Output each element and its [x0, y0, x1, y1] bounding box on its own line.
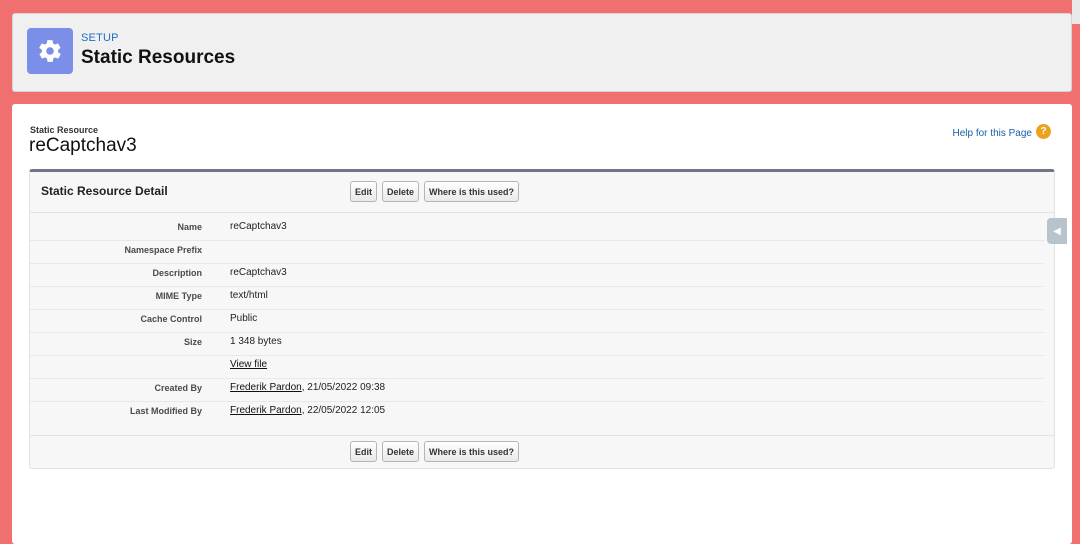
- detail-panel-header: Static Resource Detail Edit Delete Where…: [30, 172, 1054, 213]
- field-value: Frederik Pardon, 21/05/2022 09:38: [230, 382, 385, 393]
- record-title: reCaptchav3: [29, 135, 137, 156]
- field-label: Last Modified By: [129, 406, 202, 416]
- page-title: Static Resources: [81, 47, 236, 68]
- field-row-namespace: Namespace Prefix: [30, 241, 1044, 264]
- view-file-link[interactable]: View file: [230, 359, 267, 370]
- top-button-group: Edit Delete Where is this used?: [350, 181, 520, 202]
- field-label: Size: [183, 337, 202, 347]
- setup-header: SETUP Static Resources: [12, 13, 1072, 92]
- modified-by-user-link[interactable]: Frederik Pardon: [230, 405, 302, 416]
- field-row-mime-type: MIME Type text/html: [30, 287, 1044, 310]
- field-row-size: Size 1 348 bytes: [30, 333, 1044, 356]
- field-label: MIME Type: [155, 291, 202, 301]
- collapse-sidebar-tab[interactable]: ◀: [1047, 218, 1067, 244]
- record-type-label: Static Resource: [30, 125, 99, 135]
- modified-date: , 22/05/2022 12:05: [301, 405, 386, 416]
- field-label: Cache Control: [140, 314, 202, 324]
- bottom-button-group: Edit Delete Where is this used?: [350, 441, 520, 462]
- detail-fields: Name reCaptchav3 Namespace Prefix Descri…: [30, 218, 1054, 424]
- field-value: text/html: [230, 290, 268, 301]
- main-content: Static Resource reCaptchav3 Help for thi…: [12, 104, 1072, 544]
- where-used-button[interactable]: Where is this used?: [424, 181, 520, 202]
- chevron-left-icon: ◀: [1053, 225, 1061, 237]
- field-row-created-by: Created By Frederik Pardon, 21/05/2022 0…: [30, 379, 1044, 402]
- help-link[interactable]: Help for this Page: [953, 128, 1033, 139]
- field-row-view-file: View file: [30, 356, 1044, 379]
- edit-button[interactable]: Edit: [350, 181, 377, 202]
- field-label: Namespace Prefix: [124, 245, 202, 255]
- help-icon[interactable]: ?: [1036, 124, 1051, 139]
- detail-panel: Static Resource Detail Edit Delete Where…: [29, 169, 1055, 469]
- field-row-cache-control: Cache Control Public: [30, 310, 1044, 333]
- edit-button-bottom[interactable]: Edit: [350, 441, 377, 462]
- field-label: Created By: [154, 383, 202, 393]
- field-row-description: Description reCaptchav3: [30, 264, 1044, 287]
- field-value: Public: [230, 313, 258, 324]
- created-date: , 21/05/2022 09:38: [301, 382, 386, 393]
- detail-panel-footer: Edit Delete Where is this used?: [30, 435, 1054, 468]
- delete-button-bottom[interactable]: Delete: [382, 441, 420, 462]
- field-row-last-modified-by: Last Modified By Frederik Pardon, 22/05/…: [30, 402, 1044, 424]
- field-value: View file: [230, 359, 267, 370]
- field-row-name: Name reCaptchav3: [30, 218, 1044, 241]
- scrollbar-thumb[interactable]: [1072, 0, 1080, 24]
- setup-label[interactable]: SETUP: [81, 32, 119, 44]
- field-value: Frederik Pardon, 22/05/2022 12:05: [230, 405, 385, 416]
- field-value: reCaptchav3: [230, 267, 287, 278]
- where-used-button-bottom[interactable]: Where is this used?: [424, 441, 520, 462]
- delete-button[interactable]: Delete: [382, 181, 420, 202]
- gear-icon: [27, 28, 73, 74]
- detail-panel-title: Static Resource Detail: [41, 184, 168, 198]
- field-value: 1 348 bytes: [230, 336, 282, 347]
- field-label: Name: [177, 222, 202, 232]
- field-value: reCaptchav3: [230, 221, 287, 232]
- created-by-user-link[interactable]: Frederik Pardon: [230, 382, 302, 393]
- field-label: Description: [152, 268, 202, 278]
